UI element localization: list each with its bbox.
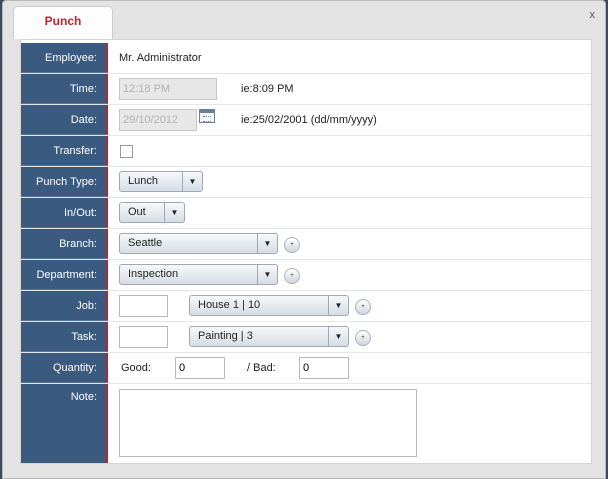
chevron-down-icon: ▼ [328,327,348,346]
punch-type-select[interactable]: Lunch ▼ [119,171,203,192]
transfer-row: Transfer: [21,136,591,167]
in-out-label: In/Out: [21,198,108,228]
quantity-good-input[interactable] [175,357,225,379]
time-input[interactable]: 12:18 PM [119,78,217,100]
branch-value: Seattle [128,237,163,249]
task-select[interactable]: Painting | 3 ▼ [189,326,349,347]
in-out-value: Out [128,206,146,218]
date-label: Date: [21,105,108,135]
punch-type-label: Punch Type: [21,167,108,197]
chevron-down-icon: ▼ [257,265,277,284]
punch-type-value: Lunch [128,175,158,187]
in-out-row: In/Out: Out ▼ [21,198,591,229]
branch-row: Branch: Seattle ▼ + [21,229,591,260]
employee-label: Employee: [21,43,108,73]
tab-strip: Punch x [3,1,605,39]
chevron-down-icon: ▼ [257,234,277,253]
time-row: Time: 12:18 PM ie:8:09 PM [21,74,591,105]
tab-punch[interactable]: Punch [13,6,113,39]
department-row: Department: Inspection ▼ + [21,260,591,291]
quantity-good-label: Good: [121,362,151,374]
chevron-down-icon: ▼ [182,172,202,191]
branch-add-icon[interactable]: + [284,237,300,253]
task-value: Painting | 3 [198,330,253,342]
date-input[interactable]: 29/10/2012 [119,109,197,131]
task-row: Task: Painting | 3 ▼ + [21,322,591,353]
job-row: Job: House 1 | 10 ▼ + [21,291,591,322]
punch-type-row: Punch Type: Lunch ▼ [21,167,591,198]
chevron-down-icon: ▼ [164,203,184,222]
employee-name: Mr. Administrator [119,52,202,64]
date-hint: ie:25/02/2001 (dd/mm/yyyy) [241,114,377,126]
job-code-input[interactable] [119,295,168,317]
date-row: Date: 29/10/2012 ie:25/02/2001 (dd/mm/yy… [21,105,591,136]
quantity-label: Quantity: [21,353,108,383]
task-code-input[interactable] [119,326,168,348]
in-out-select[interactable]: Out ▼ [119,202,185,223]
quantity-bad-label: / Bad: [247,362,276,374]
department-add-icon[interactable]: + [284,268,300,284]
punch-dialog: Punch x Employee: Mr. Administrator Time… [2,0,606,479]
transfer-checkbox[interactable] [120,145,133,158]
department-select[interactable]: Inspection ▼ [119,264,278,285]
quantity-row: Quantity: Good: / Bad: [21,353,591,384]
job-label: Job: [21,291,108,321]
quantity-bad-input[interactable] [299,357,349,379]
branch-select[interactable]: Seattle ▼ [119,233,278,254]
job-add-icon[interactable]: + [355,299,371,315]
chevron-down-icon: ▼ [328,296,348,315]
calendar-icon[interactable] [199,109,215,123]
transfer-label: Transfer: [21,136,108,166]
time-hint: ie:8:09 PM [241,83,294,95]
note-label: Note: [70,391,97,403]
department-value: Inspection [128,268,179,280]
punch-form: Employee: Mr. Administrator Time: 12:18 … [20,39,592,464]
close-button[interactable]: x [590,9,596,21]
employee-row: Employee: Mr. Administrator [21,43,591,74]
note-row: Note: [21,384,591,463]
department-label: Department: [21,260,108,290]
job-select[interactable]: House 1 | 10 ▼ [189,295,349,316]
branch-label: Branch: [21,229,108,259]
task-label: Task: [21,322,108,352]
job-value: House 1 | 10 [198,299,261,311]
note-textarea[interactable] [119,389,417,457]
time-label: Time: [21,74,108,104]
task-add-icon[interactable]: + [355,330,371,346]
